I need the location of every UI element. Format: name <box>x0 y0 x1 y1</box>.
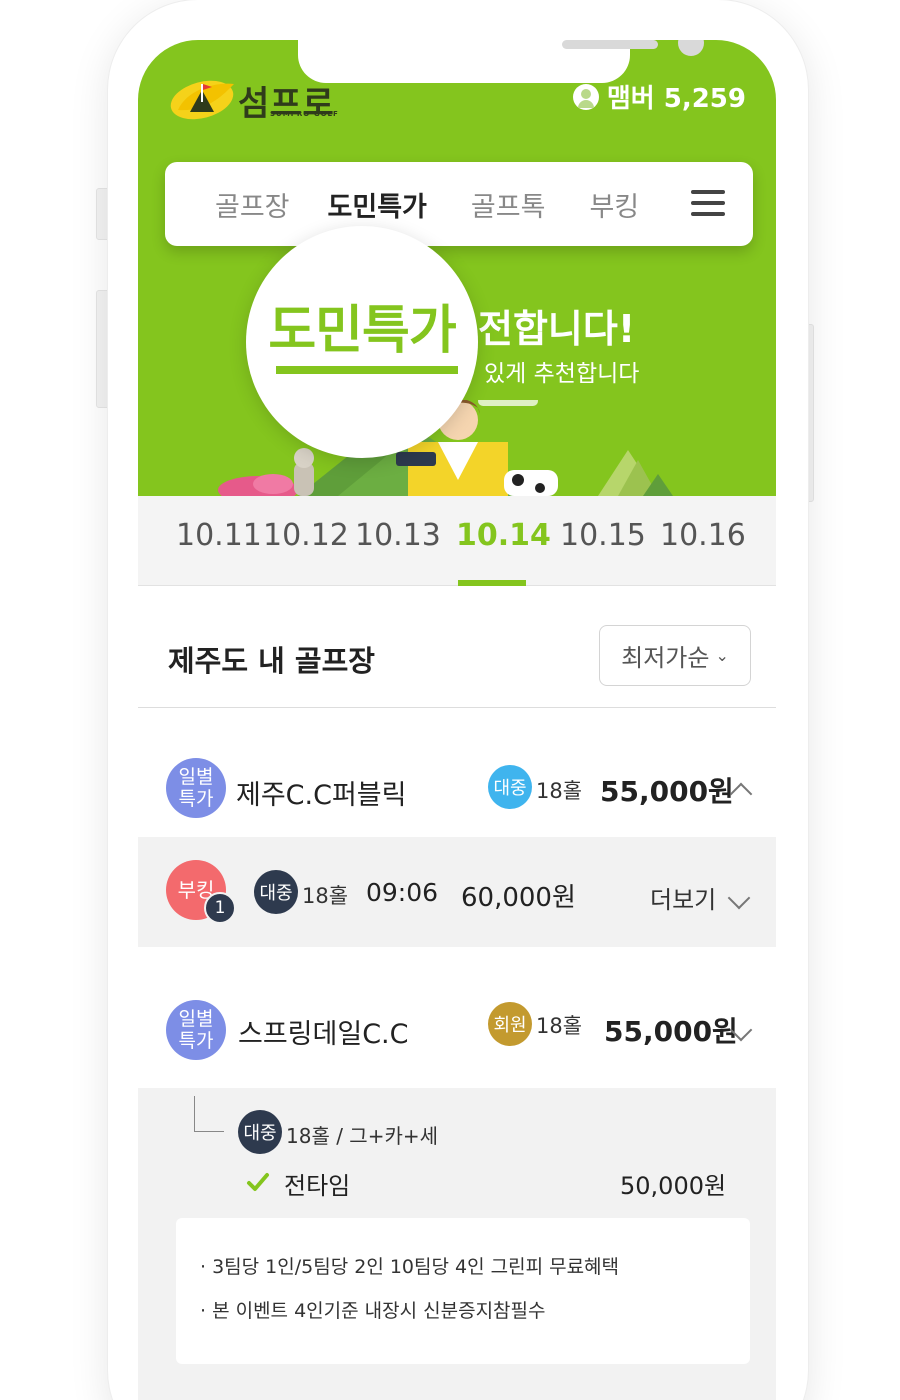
nav-item-golf-talk[interactable]: 골프톡 <box>427 185 546 224</box>
phone-notch <box>298 40 704 83</box>
chevron-down-icon: ⌄ <box>715 646 729 665</box>
divider <box>138 707 776 708</box>
hero-banner: 섬프로 SUMPRO·GOLF 맴버 5,259 골프장 도민특가 골프톡 부킹… <box>138 40 776 496</box>
date-tab[interactable]: 10.15 <box>560 518 646 553</box>
menu-icon[interactable] <box>691 190 725 216</box>
hero-subtitle: 있게 추천합니다 <box>484 361 640 387</box>
date-tab[interactable]: 10.16 <box>660 518 746 553</box>
section-title: 제주도 내 골프장 <box>168 644 375 678</box>
date-selector: 10.11 10.12 10.13 10.14 10.15 10.16 <box>138 496 776 586</box>
speaker-grill <box>562 40 658 49</box>
course-holes: 18홀 <box>536 1014 583 1038</box>
booking-price: 60,000원 <box>461 883 576 913</box>
date-active-indicator <box>458 580 526 586</box>
detail-holes-note: 18홀 / 그+카+세 <box>286 1124 439 1148</box>
booking-time: 09:06 <box>366 878 439 907</box>
date-tab[interactable]: 10.11 <box>176 518 262 553</box>
course-price: 55,000원 <box>604 1015 738 1048</box>
course-type-badge: 대중 <box>238 1110 282 1154</box>
course-price: 55,000원 <box>600 775 734 808</box>
daily-special-badge: 일별 특가 <box>166 758 226 818</box>
sort-label: 최저가순 <box>621 644 710 672</box>
booking-count-badge: 1 <box>204 892 236 924</box>
user-icon <box>572 83 599 110</box>
hero-illustration <box>218 400 673 496</box>
course-type-badge: 회원 <box>488 1002 532 1046</box>
tree-connector <box>194 1096 224 1132</box>
course-holes: 18홀 <box>536 779 583 803</box>
main-nav: 골프장 도민특가 골프톡 부킹 <box>165 162 753 246</box>
magnifier-underline <box>276 366 458 374</box>
course-type-badge: 대중 <box>254 870 298 914</box>
booking-holes: 18홀 <box>302 884 349 908</box>
brand-subtitle: SUMPRO·GOLF <box>270 110 339 118</box>
member-count-label: 맴버 5,259 <box>606 84 746 114</box>
course-name[interactable]: 제주C.C퍼블릭 <box>236 773 407 812</box>
phone-screen: 섬프로 SUMPRO·GOLF 맴버 5,259 골프장 도민특가 골프톡 부킹… <box>138 40 776 1400</box>
magnifier-text: 도민특가 <box>268 301 456 361</box>
sort-dropdown[interactable]: 최저가순 ⌄ <box>599 625 751 686</box>
hero-title: 전합니다! <box>478 307 636 351</box>
notice-item: · 3팀당 1인/5팀당 2인 10팀당 4인 그린피 무료혜택 <box>200 1256 620 1278</box>
course-type-badge: 대중 <box>488 765 532 809</box>
nav-item-golf-course[interactable]: 골프장 <box>165 185 290 224</box>
detail-option-price: 50,000원 <box>620 1172 727 1200</box>
front-camera <box>678 40 704 56</box>
daily-special-badge: 일별 특가 <box>166 1000 226 1060</box>
nav-item-local-special[interactable]: 도민특가 <box>290 185 427 224</box>
detail-option[interactable]: 전타임 <box>284 1166 350 1201</box>
date-tab-selected[interactable]: 10.14 <box>456 518 551 553</box>
date-tab[interactable]: 10.12 <box>263 518 349 553</box>
course-name[interactable]: 스프링데일C.C <box>238 1012 409 1051</box>
check-icon <box>247 1173 269 1191</box>
date-tab[interactable]: 10.13 <box>355 518 441 553</box>
notice-box: · 3팀당 1인/5팀당 2인 10팀당 4인 그린피 무료혜택 · 본 이벤트… <box>176 1218 750 1364</box>
nav-item-booking[interactable]: 부킹 <box>545 185 639 224</box>
member-count: 맴버 5,259 <box>572 78 746 115</box>
notice-item: · 본 이벤트 4인기준 내장시 신분증지참필수 <box>200 1300 546 1322</box>
magnifier-highlight: 도민특가 <box>246 226 478 458</box>
more-link[interactable]: 더보기 <box>650 880 716 915</box>
